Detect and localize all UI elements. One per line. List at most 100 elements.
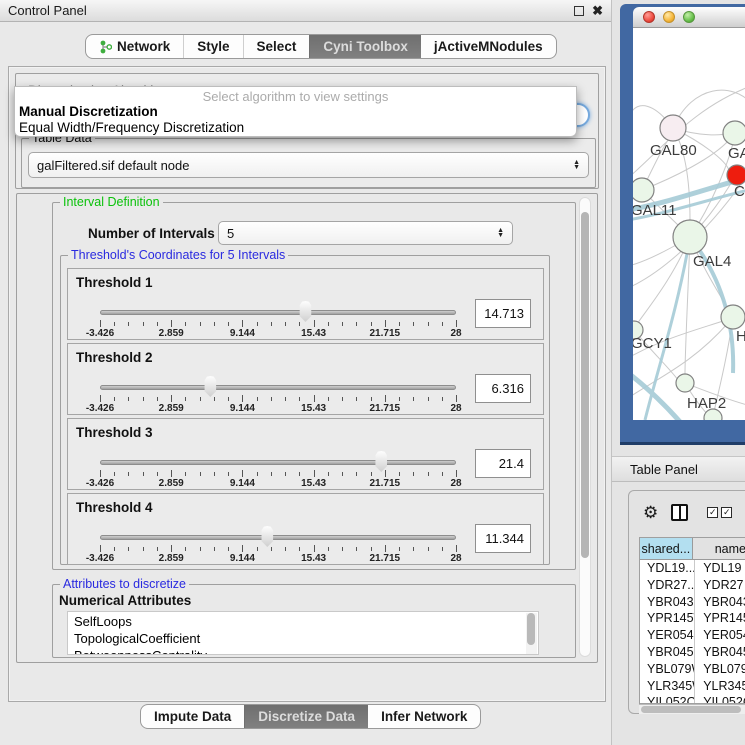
table-cell[interactable]: YIL052C bbox=[640, 694, 695, 704]
close-traffic-icon[interactable] bbox=[643, 11, 655, 23]
table-cell[interactable]: YBL079W bbox=[695, 661, 745, 678]
tab-infer-network[interactable]: Infer Network bbox=[368, 705, 480, 728]
attributes-title: Attributes to discretize bbox=[60, 577, 189, 591]
table-cell[interactable]: YBR045C bbox=[640, 644, 695, 661]
column-header-name[interactable]: name bbox=[693, 538, 745, 560]
dropdown-placeholder: Select algorithm to view settings bbox=[15, 87, 576, 104]
tab-select[interactable]: Select bbox=[243, 35, 310, 58]
network-node[interactable] bbox=[660, 115, 686, 141]
slider-track[interactable] bbox=[100, 385, 456, 390]
slider-track[interactable] bbox=[100, 535, 456, 540]
settings-scrollbar[interactable] bbox=[579, 197, 591, 657]
tab-cyni-toolbox[interactable]: Cyni Toolbox bbox=[309, 35, 421, 58]
node-table[interactable]: shared... name YDL19...YDL19YDR27...YDR2… bbox=[639, 537, 745, 704]
slider-tick-labels: -3.4262.8599.14415.4321.71528 bbox=[100, 478, 456, 490]
network-node-label: GAL11 bbox=[633, 202, 677, 219]
table-cell[interactable]: YER054C bbox=[640, 627, 695, 644]
table-data-combo[interactable]: galFiltered.sif default node ▲▼ bbox=[28, 152, 589, 178]
table-panel-bar[interactable]: Table Panel bbox=[612, 456, 745, 482]
attributes-scrollbar[interactable] bbox=[526, 613, 537, 655]
slider-track[interactable] bbox=[100, 310, 456, 315]
table-cell[interactable]: YBR043C bbox=[695, 594, 745, 611]
thresholds-box: Threshold's Coordinates for 5 Intervals … bbox=[60, 255, 550, 565]
tab-jactivemnodules[interactable]: jActiveMNodules bbox=[421, 35, 556, 58]
network-node-label: C bbox=[734, 183, 745, 200]
table-row[interactable]: YDR27...YDR27 bbox=[640, 577, 745, 594]
tab-network[interactable]: Network bbox=[86, 35, 183, 58]
number-of-intervals-combo[interactable]: 5 ▲▼ bbox=[218, 221, 513, 245]
table-data-value: galFiltered.sif default node bbox=[37, 158, 189, 173]
network-node[interactable] bbox=[723, 121, 745, 145]
threshold-1-value-field[interactable]: 14.713 bbox=[475, 299, 531, 328]
network-node[interactable] bbox=[673, 220, 707, 254]
tab-impute-data[interactable]: Impute Data bbox=[141, 705, 244, 728]
table-cell[interactable]: YDL19 bbox=[695, 560, 745, 577]
threshold-4-value-field[interactable]: 11.344 bbox=[475, 524, 531, 553]
slider-track[interactable] bbox=[100, 460, 456, 465]
gear-icon[interactable]: ⚙ bbox=[643, 504, 658, 521]
network-node[interactable] bbox=[676, 374, 694, 392]
table-cell[interactable]: YBR043C bbox=[640, 594, 695, 611]
attribute-item[interactable]: BetweennessCentrality bbox=[74, 647, 538, 655]
slider-ticks bbox=[100, 545, 456, 553]
table-cell[interactable]: YLR345W bbox=[695, 678, 745, 695]
table-cell[interactable]: YPR145W bbox=[640, 610, 695, 627]
table-cell[interactable]: YIL052C bbox=[695, 694, 745, 704]
threshold-2-slider[interactable]: -3.4262.8599.14415.4321.71528 bbox=[100, 382, 456, 412]
numerical-attributes-list[interactable]: SelfLoopsTopologicalCoefficientBetweenne… bbox=[67, 611, 539, 655]
network-canvas[interactable]: GAL80GACGAL11GAL4GCY1HHAP2 bbox=[633, 28, 745, 420]
table-row[interactable]: YPR145WYPR145W bbox=[640, 610, 745, 627]
table-row[interactable]: YIL052CYIL052C bbox=[640, 694, 745, 704]
table-cell[interactable]: YBR045C bbox=[695, 644, 745, 661]
table-cell[interactable]: YPR145W bbox=[695, 610, 745, 627]
attribute-item[interactable]: TopologicalCoefficient bbox=[74, 630, 538, 647]
table-cell[interactable]: YDR27... bbox=[640, 577, 695, 594]
threshold-3-value-field[interactable]: 21.4 bbox=[475, 449, 531, 478]
table-cell[interactable]: YDR27 bbox=[695, 577, 745, 594]
dropdown-option-equal-width[interactable]: Equal Width/Frequency Discretization bbox=[15, 120, 576, 136]
checkbox-icon[interactable]: ✓ bbox=[721, 507, 732, 518]
threshold-2-value-field[interactable]: 6.316 bbox=[475, 374, 531, 403]
tab-style[interactable]: Style bbox=[183, 35, 242, 58]
float-window-icon[interactable] bbox=[574, 6, 584, 16]
settings-scroll-box: Interval Definition Number of Intervals … bbox=[16, 193, 598, 663]
network-icon bbox=[99, 40, 112, 54]
network-node[interactable] bbox=[727, 165, 745, 185]
tab-label: Cyni Toolbox bbox=[323, 39, 408, 54]
threshold-4-slider[interactable]: -3.4262.8599.14415.4321.71528 bbox=[100, 532, 456, 562]
table-cell[interactable]: YER054C bbox=[695, 627, 745, 644]
minimize-traffic-icon[interactable] bbox=[663, 11, 675, 23]
threshold-3-panel: Threshold 3 -3.4262.8599.14415.4321.7152… bbox=[67, 418, 544, 490]
zoom-traffic-icon[interactable] bbox=[683, 11, 695, 23]
table-row[interactable]: YDL19...YDL19 bbox=[640, 560, 745, 577]
threshold-1-label: Threshold 1 bbox=[76, 275, 153, 290]
table-data-box: Table Data galFiltered.sif default node … bbox=[21, 138, 596, 188]
threshold-1-slider[interactable]: -3.4262.8599.14415.4321.71528 bbox=[100, 307, 456, 337]
table-row[interactable]: YBR043CYBR043C bbox=[640, 594, 745, 611]
threshold-3-slider[interactable]: -3.4262.8599.14415.4321.71528 bbox=[100, 457, 456, 487]
network-window-titlebar[interactable] bbox=[633, 7, 745, 28]
column-header-shared[interactable]: shared... bbox=[640, 538, 693, 560]
algorithm-dropdown-popup: Select algorithm to view settings Manual… bbox=[14, 86, 577, 137]
table-cell[interactable]: YLR345W bbox=[640, 678, 695, 695]
dropdown-option-manual[interactable]: Manual Discretization bbox=[15, 104, 576, 120]
table-cell[interactable]: YBL079W bbox=[640, 661, 695, 678]
number-of-intervals-value: 5 bbox=[227, 226, 234, 241]
table-row[interactable]: YLR345WYLR345W bbox=[640, 678, 745, 695]
table-cell[interactable]: YDL19... bbox=[640, 560, 695, 577]
table-row[interactable]: YBR045CYBR045C bbox=[640, 644, 745, 661]
attributes-box: Attributes to discretize Numerical Attri… bbox=[52, 584, 576, 658]
tab-discretize-data[interactable]: Discretize Data bbox=[244, 705, 368, 728]
close-icon[interactable]: ✖ bbox=[592, 6, 603, 16]
split-columns-icon[interactable] bbox=[671, 504, 688, 521]
attribute-item[interactable]: SelfLoops bbox=[74, 613, 538, 630]
threshold-4-label: Threshold 4 bbox=[76, 500, 153, 515]
network-view-frame: GAL80GACGAL11GAL4GCY1HHAP2 bbox=[620, 4, 745, 445]
table-row[interactable]: YBL079WYBL079W bbox=[640, 661, 745, 678]
table-row[interactable]: YER054CYER054C bbox=[640, 627, 745, 644]
slider-ticks bbox=[100, 395, 456, 403]
checkbox-icon[interactable]: ✓ bbox=[707, 507, 718, 518]
network-node[interactable] bbox=[721, 305, 745, 329]
table-horizontal-scrollbar[interactable] bbox=[639, 704, 745, 714]
network-node[interactable] bbox=[633, 178, 654, 202]
